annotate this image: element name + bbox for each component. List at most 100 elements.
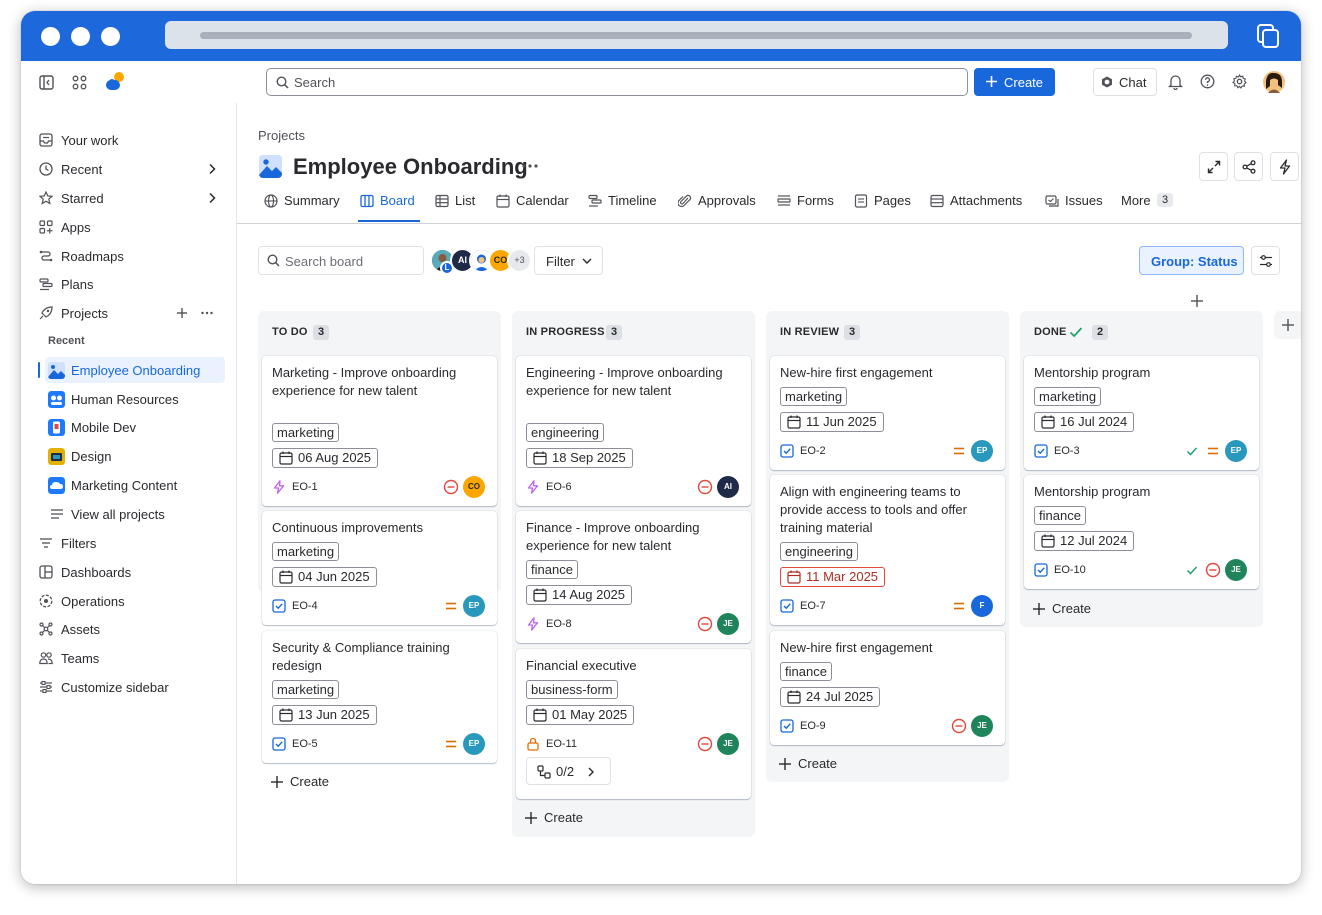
automation-button[interactable]: [1270, 152, 1299, 181]
sidebar-item-recent[interactable]: Recent: [35, 156, 225, 182]
issue-key[interactable]: EO-3: [1054, 445, 1080, 457]
due-date[interactable]: 24 Jul 2025: [780, 687, 881, 707]
label-tag[interactable]: engineering: [526, 423, 604, 442]
due-date[interactable]: 12 Jul 2024: [1034, 531, 1135, 551]
tabs-overview-icon[interactable]: [1257, 24, 1279, 48]
issue-key[interactable]: EO-10: [1054, 564, 1086, 576]
sidebar-project-design[interactable]: Design: [45, 443, 225, 469]
sidebar-project-marketing-content[interactable]: Marketing Content: [45, 472, 225, 498]
sidebar-item-dashboards[interactable]: Dashboards: [35, 559, 225, 585]
sidebar-item-assets[interactable]: Assets: [35, 616, 225, 642]
project-avatar-icon[interactable]: [259, 155, 282, 178]
add-column-button[interactable]: [1274, 311, 1301, 339]
tab-board[interactable]: Board: [358, 192, 420, 222]
tab-approvals[interactable]: Approvals: [678, 192, 762, 222]
sidebar-view-all-projects[interactable]: View all projects: [45, 501, 225, 527]
sidebar-project-human-resources[interactable]: Human Resources: [45, 386, 225, 412]
issue-card-eo-5[interactable]: Security & Compliance training redesign …: [262, 631, 497, 763]
window-close-dot[interactable]: [41, 27, 60, 46]
due-date[interactable]: 13 Jun 2025: [272, 705, 377, 725]
window-zoom-dot[interactable]: [101, 27, 120, 46]
due-date[interactable]: 04 Jun 2025: [272, 567, 377, 587]
sidebar-item-starred[interactable]: Starred: [35, 185, 225, 211]
assignee-avatar[interactable]: JE: [971, 715, 993, 737]
sidebar-item-your-work[interactable]: Your work: [35, 127, 225, 153]
issue-card-eo-1[interactable]: Marketing - Improve onboarding experienc…: [262, 356, 497, 506]
issue-card-eo-8[interactable]: Finance - Improve onboarding experience …: [516, 511, 751, 643]
share-button[interactable]: [1234, 152, 1263, 181]
sidebar-item-projects[interactable]: Projects: [35, 300, 225, 326]
issue-key[interactable]: EO-7: [800, 600, 826, 612]
breadcrumb[interactable]: Projects: [258, 128, 305, 143]
assignee-avatar[interactable]: JE: [717, 733, 739, 755]
assignee-avatar[interactable]: EP: [463, 595, 485, 617]
label-tag[interactable]: marketing: [272, 680, 340, 699]
assignee-avatar[interactable]: JE: [1225, 559, 1247, 581]
more-options-icon[interactable]: [200, 306, 214, 320]
label-tag[interactable]: finance: [1034, 506, 1086, 525]
assignee-avatar[interactable]: EP: [463, 733, 485, 755]
due-date[interactable]: 11 Jun 2025: [780, 412, 884, 432]
tab-calendar[interactable]: Calendar: [496, 192, 571, 222]
address-bar[interactable]: [165, 21, 1228, 49]
group-by-status-button[interactable]: Group: Status: [1139, 246, 1244, 275]
add-project-icon[interactable]: [175, 306, 189, 320]
search-board-input[interactable]: Search board: [258, 246, 424, 275]
sidebar-item-customize-sidebar[interactable]: Customize sidebar: [35, 674, 225, 700]
help-icon[interactable]: [1200, 74, 1215, 89]
issue-key[interactable]: EO-2: [800, 445, 826, 457]
label-tag[interactable]: marketing: [780, 387, 848, 406]
label-tag[interactable]: business-form: [526, 680, 618, 699]
due-date[interactable]: 14 Aug 2025: [526, 585, 633, 605]
issue-card-eo-11[interactable]: Financial executive business-form 01 May…: [516, 649, 751, 799]
label-tag[interactable]: finance: [526, 560, 578, 579]
app-switcher-icon[interactable]: [72, 75, 87, 90]
sidebar-item-teams[interactable]: Teams: [35, 645, 225, 671]
create-button[interactable]: Create: [974, 68, 1055, 96]
issue-card-eo-7[interactable]: Align with engineering teams to provide …: [770, 475, 1005, 625]
label-tag[interactable]: marketing: [272, 423, 340, 442]
chevron-right-icon[interactable]: [205, 162, 219, 176]
tab-timeline[interactable]: Timeline: [588, 192, 663, 222]
chevron-right-icon[interactable]: [205, 191, 219, 205]
tab-summary[interactable]: Summary: [264, 192, 344, 222]
subtasks-button[interactable]: 0/2: [526, 757, 611, 785]
assignee-avatar[interactable]: F: [971, 595, 993, 617]
notifications-bell-icon[interactable]: [1168, 74, 1183, 90]
sidebar-item-plans[interactable]: Plans: [35, 271, 225, 297]
fullscreen-button[interactable]: [1199, 152, 1228, 181]
label-tag[interactable]: engineering: [780, 542, 858, 561]
settings-gear-icon[interactable]: [1232, 74, 1247, 89]
sidebar-item-roadmaps[interactable]: Roadmaps: [35, 243, 225, 269]
issue-key[interactable]: EO-6: [546, 481, 572, 493]
issue-key[interactable]: EO-11: [546, 738, 577, 750]
issue-card-eo-6[interactable]: Engineering - Improve onboarding experie…: [516, 356, 751, 506]
issue-card-eo-2[interactable]: New-hire first engagement marketing 11 J…: [770, 356, 1005, 470]
project-more-icon[interactable]: [522, 163, 538, 169]
sidebar-project-mobile-dev[interactable]: Mobile Dev: [45, 414, 225, 440]
window-minimize-dot[interactable]: [71, 27, 90, 46]
due-date-overdue[interactable]: 11 Mar 2025: [780, 567, 886, 587]
issue-card-eo-4[interactable]: Continuous improvements marketing 04 Jun…: [262, 511, 497, 625]
sidebar-item-apps[interactable]: Apps: [35, 214, 225, 240]
due-date[interactable]: 01 May 2025: [526, 705, 635, 725]
assignee-avatar[interactable]: EP: [1225, 440, 1247, 462]
view-settings-button[interactable]: [1251, 246, 1280, 275]
tab-list[interactable]: List: [435, 192, 480, 222]
due-date[interactable]: 16 Jul 2024: [1034, 412, 1135, 432]
assignee-avatar[interactable]: CO: [463, 476, 485, 498]
tab-more[interactable]: More 3: [1121, 192, 1176, 222]
filter-button[interactable]: Filter: [534, 246, 603, 275]
assignee-avatar[interactable]: EP: [971, 440, 993, 462]
chat-button[interactable]: Chat: [1093, 68, 1157, 96]
label-tag[interactable]: finance: [780, 662, 832, 681]
tab-attachments[interactable]: Attachments: [930, 192, 1027, 222]
due-date[interactable]: 18 Sep 2025: [526, 448, 633, 468]
issue-card-eo-10[interactable]: Mentorship program finance 12 Jul 2024 E…: [1024, 475, 1259, 589]
sidebar-item-filters[interactable]: Filters: [35, 530, 225, 556]
issue-key[interactable]: EO-5: [292, 738, 318, 750]
issue-card-eo-9[interactable]: New-hire first engagement finance 24 Jul…: [770, 631, 1005, 745]
due-date[interactable]: 06 Aug 2025: [272, 448, 379, 468]
sidebar-item-operations[interactable]: Operations: [35, 588, 225, 614]
user-avatar[interactable]: [1263, 71, 1285, 93]
